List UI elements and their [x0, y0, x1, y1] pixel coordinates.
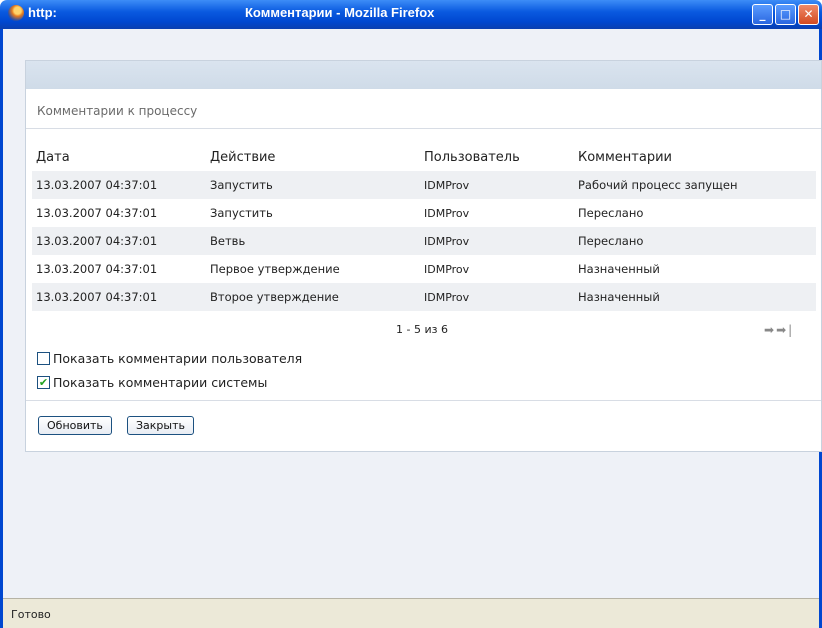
system-comments-option[interactable]: ✔ Показать комментарии системы [37, 375, 267, 390]
cell-action: Запустить [206, 171, 420, 199]
cell-comment: Назначенный [574, 283, 816, 311]
cell-comment: Переслано [574, 227, 816, 255]
table-row: 13.03.2007 04:37:01 Первое утверждение I… [32, 255, 816, 283]
table-header-row: Дата Действие Пользователь Комментарии [32, 145, 816, 171]
cell-date: 13.03.2007 04:37:01 [32, 227, 206, 255]
cell-date: 13.03.2007 04:37:01 [36, 262, 158, 276]
maximize-button[interactable]: □ [775, 4, 796, 25]
arrow-last-icon[interactable]: ➡| [776, 323, 794, 337]
table-row: 13.03.2007 04:37:01 Запустить IDMProv Ра… [32, 171, 816, 199]
cell-comment: Переслано [578, 206, 644, 220]
cell-user: IDMProv [420, 171, 574, 199]
window-titlebar[interactable]: http: Комментарии - Mozilla Firefox _ □ … [0, 0, 822, 29]
system-comments-checkbox[interactable]: ✔ [37, 376, 50, 389]
system-comments-label[interactable]: Показать комментарии системы [53, 375, 267, 390]
cell-user: IDMProv [420, 227, 574, 255]
panel-header-bar [26, 61, 821, 89]
cell-action: Второе утверждение [206, 283, 420, 311]
cell-comment: Назначенный [578, 262, 660, 276]
cell-action: Первое утверждение [210, 262, 340, 276]
column-header-comments[interactable]: Комментарии [574, 145, 816, 171]
divider [26, 400, 821, 401]
cell-action: Ветвь [206, 227, 420, 255]
pagination-info: 1 - 5 из 6 [396, 323, 448, 336]
cell-date: 13.03.2007 04:37:01 [32, 171, 206, 199]
table-row: 13.03.2007 04:37:01 Запустить IDMProv Пе… [32, 199, 816, 227]
cell-action: Запустить [210, 206, 273, 220]
minimize-button[interactable]: _ [752, 4, 773, 25]
cell-date: 13.03.2007 04:37:01 [32, 283, 206, 311]
close-window-button[interactable]: ✕ [798, 4, 819, 25]
section-title: Комментарии к процессу [37, 104, 198, 118]
status-bar: Готово [3, 598, 819, 628]
column-header-date[interactable]: Дата [32, 145, 206, 171]
comments-panel: Комментарии к процессу Дата Действие Пол… [25, 60, 822, 452]
status-text: Готово [11, 608, 51, 621]
cell-user: IDMProv [424, 262, 470, 276]
user-comments-checkbox[interactable] [37, 352, 50, 365]
pagination-nav: ➡➡| [764, 323, 794, 337]
close-button[interactable]: Закрыть [127, 416, 194, 435]
table-row: 13.03.2007 04:37:01 Второе утверждение I… [32, 283, 816, 311]
window-title: Комментарии - Mozilla Firefox [245, 5, 435, 20]
user-comments-option[interactable]: Показать комментарии пользователя [37, 351, 302, 366]
cell-comment: Рабочий процесс запущен [574, 171, 816, 199]
cell-user: IDMProv [420, 283, 574, 311]
url-label: http: [28, 5, 57, 20]
firefox-icon [8, 5, 24, 21]
arrow-right-icon[interactable]: ➡ [764, 323, 776, 337]
column-header-user[interactable]: Пользователь [420, 145, 574, 171]
cell-date: 13.03.2007 04:37:01 [36, 206, 158, 220]
cell-user: IDMProv [424, 206, 470, 220]
user-comments-label[interactable]: Показать комментарии пользователя [53, 351, 302, 366]
divider [26, 128, 821, 129]
table-row: 13.03.2007 04:37:01 Ветвь IDMProv Пересл… [32, 227, 816, 255]
column-header-action[interactable]: Действие [206, 145, 420, 171]
refresh-button[interactable]: Обновить [38, 416, 112, 435]
comments-table: Дата Действие Пользователь Комментарии 1… [32, 145, 816, 311]
